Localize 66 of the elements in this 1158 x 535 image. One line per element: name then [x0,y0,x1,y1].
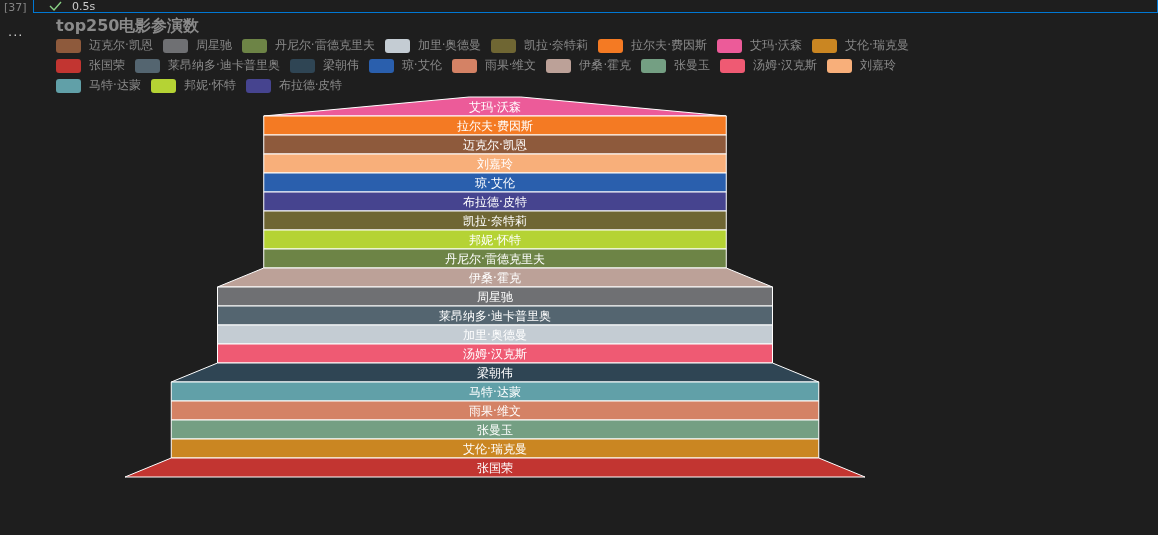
legend-swatch[interactable] [368,58,394,73]
legend-label[interactable]: 艾伦·瑞克曼 [844,38,909,53]
legend-label[interactable]: 伊桑·霍克 [579,58,632,73]
legend-swatch[interactable] [245,78,271,93]
more-button[interactable]: ... [8,24,24,39]
chart-title: top250电影参演数 [56,17,200,35]
legend-label[interactable]: 雨果·维文 [484,58,537,73]
legend-label[interactable]: 莱昂纳多·迪卡普里奥 [168,58,280,73]
legend-swatch[interactable] [598,38,624,53]
funnel-label: 拉尔夫·费因斯 [457,119,533,133]
funnel-segment[interactable] [263,191,727,212]
legend-swatch[interactable] [56,58,81,73]
legend-swatch[interactable] [811,38,837,53]
legend-swatch[interactable] [717,38,743,53]
legend-label[interactable]: 拉尔夫·费因斯 [631,38,708,53]
legend-swatch[interactable] [241,38,267,53]
execution-time: 0.5s [72,0,96,12]
funnel-label: 周星驰 [477,290,513,304]
legend-swatch[interactable] [491,38,517,53]
legend-label[interactable]: 琼·艾伦 [401,58,442,73]
legend-swatch[interactable] [546,58,572,73]
funnel-label: 艾伦·瑞克曼 [463,442,527,456]
funnel-label: 邦妮·怀特 [469,233,521,247]
legend-label[interactable]: 迈克尔·凯恩 [89,38,153,53]
funnel-label: 刘嘉玲 [477,157,513,171]
funnel-label: 琼·艾伦 [475,176,515,190]
legend-swatch[interactable] [135,58,160,73]
funnel-label: 伊桑·霍克 [469,271,521,285]
legend-swatch[interactable] [827,58,853,73]
legend-label[interactable]: 邦妮·怀特 [183,78,236,93]
funnel-label: 布拉德·皮特 [463,195,527,209]
funnel-label: 马特·达蒙 [469,385,521,399]
funnel-segment[interactable] [124,457,866,478]
legend-swatch[interactable] [641,58,667,73]
legend-label[interactable]: 艾玛·沃森 [750,38,802,53]
funnel-label: 丹尼尔·雷德克里夫 [445,252,545,266]
funnel-label: 雨果·维文 [469,404,521,418]
funnel-label: 张国荣 [477,461,513,475]
legend-label[interactable]: 张国荣 [89,58,125,73]
legend-swatch[interactable] [289,58,315,73]
funnel-label: 迈克尔·凯恩 [463,138,527,152]
legend-label[interactable]: 布拉德·皮特 [278,78,343,93]
legend-swatch[interactable] [451,58,477,73]
funnel-label: 莱昂纳多·迪卡普里奥 [439,309,551,323]
legend-label[interactable]: 周星驰 [195,38,232,53]
legend-swatch[interactable] [162,38,188,53]
legend-swatch[interactable] [150,78,176,93]
funnel-label: 张曼玉 [477,423,513,437]
legend-label[interactable]: 丹尼尔·雷德克里夫 [274,38,375,53]
legend-swatch[interactable] [56,78,81,93]
funnel-label: 汤姆·汉克斯 [463,347,527,361]
check-icon [49,1,62,11]
legend-label[interactable]: 张曼玉 [674,58,711,73]
legend-swatch[interactable] [56,38,81,53]
legend-label[interactable]: 梁朝伟 [322,58,359,73]
legend-label[interactable]: 马特·达蒙 [89,78,141,93]
legend-label[interactable]: 加里·奥德曼 [417,38,482,53]
legend-label[interactable]: 汤姆·汉克斯 [753,58,818,73]
legend-swatch[interactable] [384,38,410,53]
cell-number: [37] [3,2,28,13]
legend-label[interactable]: 凯拉·奈特莉 [524,38,589,53]
legend-label[interactable]: 刘嘉玲 [860,58,897,73]
funnel-label: 艾玛·沃森 [469,100,521,114]
funnel-label: 凯拉·奈特莉 [463,214,527,228]
legend-swatch[interactable] [720,58,746,73]
funnel-label: 梁朝伟 [477,366,513,380]
